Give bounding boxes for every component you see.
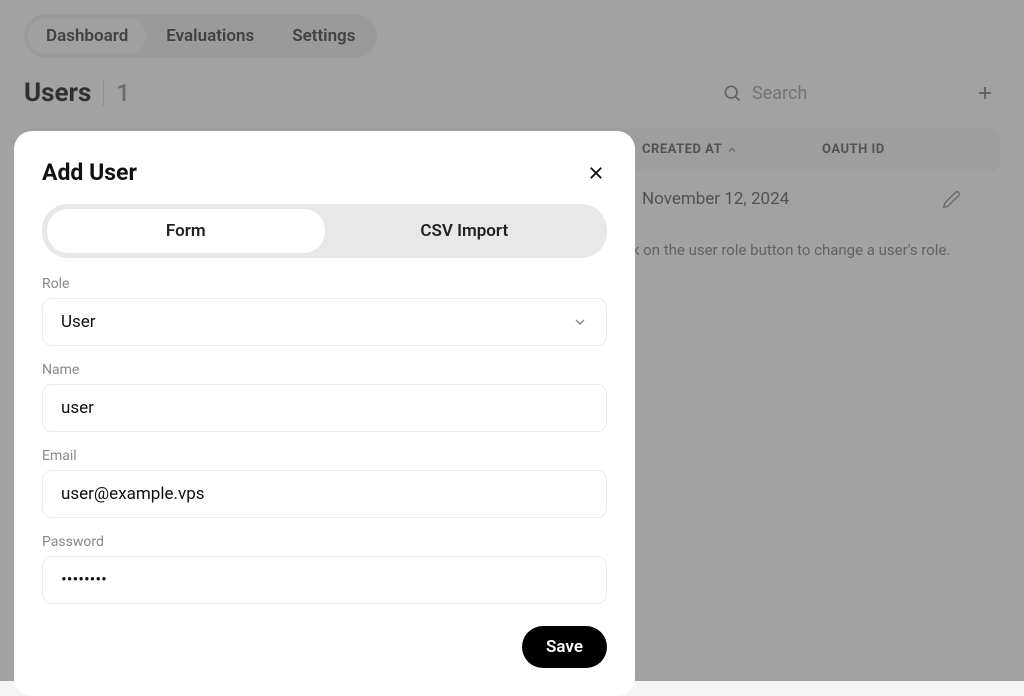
tab-csv-import[interactable]: CSV Import (326, 208, 604, 254)
modal-header: Add User (42, 159, 607, 186)
chevron-down-icon (572, 314, 588, 330)
add-user-modal: Add User Form CSV Import Role User Name … (14, 131, 635, 696)
label-email: Email (42, 448, 607, 464)
modal-title: Add User (42, 159, 137, 186)
password-input[interactable] (61, 570, 588, 590)
field-name: Name (42, 362, 607, 432)
field-email: Email (42, 448, 607, 518)
modal-footer: Save (42, 626, 607, 668)
label-password: Password (42, 534, 607, 550)
modal-tabs: Form CSV Import (42, 204, 607, 258)
field-password: Password (42, 534, 607, 604)
label-name: Name (42, 362, 607, 378)
email-input[interactable] (61, 484, 588, 504)
role-value: User (61, 312, 96, 332)
label-role: Role (42, 276, 607, 292)
role-select[interactable]: User (42, 298, 607, 346)
save-button[interactable]: Save (522, 626, 607, 668)
name-input[interactable] (61, 398, 588, 418)
close-icon (587, 164, 605, 182)
tab-form[interactable]: Form (46, 208, 326, 254)
field-role: Role User (42, 276, 607, 346)
close-button[interactable] (585, 162, 607, 184)
